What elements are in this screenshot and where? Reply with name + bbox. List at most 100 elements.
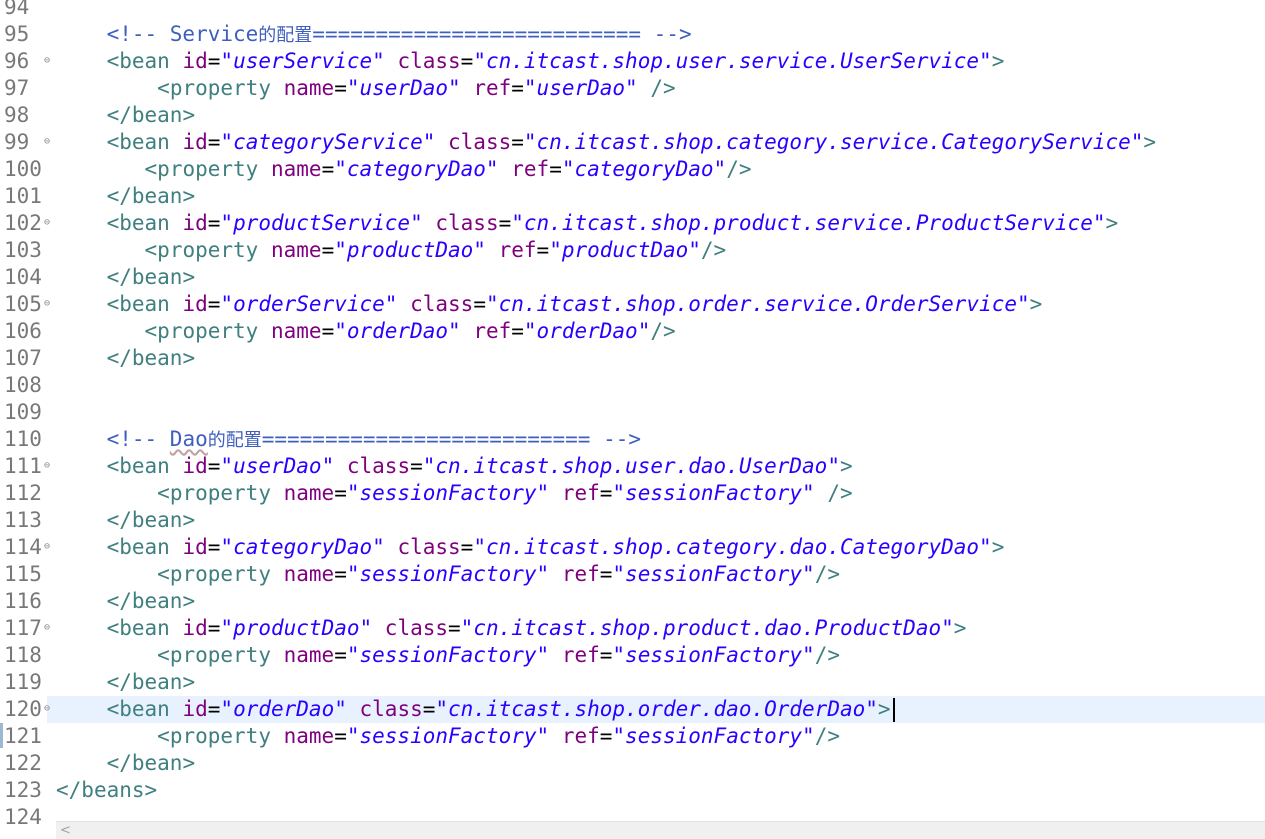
code-line[interactable]: 115 <property name="sessionFactory" ref=… <box>0 561 1265 588</box>
fold-toggle-icon[interactable]: ⊖ <box>44 291 50 316</box>
attribute-value: "cn.itcast.shop.user.dao.UserDao" <box>422 454 840 478</box>
code-line[interactable]: 122 </bean> <box>0 750 1265 777</box>
line-code[interactable]: </bean> <box>56 507 196 534</box>
fold-toggle-icon[interactable]: ⊖ <box>44 534 50 559</box>
line-code[interactable]: </bean> <box>56 102 196 129</box>
fold-toggle-icon[interactable]: ⊖ <box>44 48 50 73</box>
code-line[interactable]: 110 <!-- Dao的配置=========================… <box>0 426 1265 453</box>
line-code[interactable]: <bean id="categoryService" class="cn.itc… <box>56 129 1156 156</box>
attribute-name: class <box>448 130 512 154</box>
line-code[interactable]: <!-- Service的配置=========================… <box>56 21 692 49</box>
tag-delimiter: < <box>106 130 120 154</box>
code-line[interactable]: 119 </bean> <box>0 669 1265 696</box>
code-line[interactable]: 106 <property name="orderDao" ref="order… <box>0 318 1265 345</box>
line-code[interactable]: <property name="sessionFactory" ref="ses… <box>56 642 840 669</box>
scroll-left-icon[interactable]: < <box>60 822 71 839</box>
code-line[interactable]: 99 ⊖ <bean id="categoryService" class="cn… <box>0 129 1265 156</box>
code-line[interactable]: 112 <property name="sessionFactory" ref=… <box>0 480 1265 507</box>
horizontal-scrollbar[interactable]: < <box>56 821 1265 839</box>
line-code[interactable]: <!-- Dao的配置========================== --… <box>56 426 641 454</box>
line-code[interactable]: <bean id="orderDao" class="cn.itcast.sho… <box>56 696 895 723</box>
fold-toggle-icon[interactable]: ⊖ <box>44 129 50 154</box>
line-code[interactable]: <property name="sessionFactory" ref="ses… <box>56 561 840 588</box>
line-code[interactable]: </bean> <box>56 750 196 777</box>
code-line[interactable]: 108 <box>0 372 1265 399</box>
line-code[interactable]: <bean id="orderService" class="cn.itcast… <box>56 291 1043 318</box>
line-code[interactable]: <bean id="categoryDao" class="cn.itcast.… <box>56 534 1005 561</box>
attribute-name: id <box>182 292 208 316</box>
line-code[interactable]: </bean> <box>56 345 196 372</box>
tag-delimiter: < <box>144 319 158 343</box>
code-line[interactable]: 123 </beans> <box>0 777 1265 804</box>
attribute-value: "userDao" <box>346 76 461 100</box>
tag-delimiter: < <box>106 292 120 316</box>
code-line[interactable]: 120 ⊖ <bean id="orderDao" class="cn.itcas… <box>0 696 1265 723</box>
attribute-value: "sessionFactory" <box>346 643 550 667</box>
line-code[interactable]: <property name="productDao" ref="product… <box>56 237 727 264</box>
code-line[interactable]: 97 <property name="userDao" ref="userDao… <box>0 75 1265 102</box>
code-line[interactable]: 107 </bean> <box>0 345 1265 372</box>
code-line[interactable]: 104 </bean> <box>0 264 1265 291</box>
fold-toggle-icon[interactable]: ⊖ <box>44 615 50 640</box>
attribute-value: "userDao" <box>220 454 335 478</box>
line-code[interactable]: <bean id="userService" class="cn.itcast.… <box>56 48 1005 75</box>
equals-sign: = <box>321 157 335 181</box>
line-code[interactable]: <bean id="userDao" class="cn.itcast.shop… <box>56 453 853 480</box>
tag-delimiter: > <box>1143 130 1157 154</box>
line-code[interactable]: <property name="orderDao" ref="orderDao"… <box>56 318 676 345</box>
code-line[interactable]: 117 ⊖ <bean id="productDao" class="cn.itc… <box>0 615 1265 642</box>
code-line[interactable]: 121 <property name="sessionFactory" ref=… <box>0 723 1265 750</box>
code-line[interactable]: 101 </bean> <box>0 183 1265 210</box>
equals-sign: = <box>511 319 524 343</box>
code-lines[interactable]: 94 95 <!-- Service的配置====================… <box>0 0 1265 831</box>
code-line[interactable]: 113 </bean> <box>0 507 1265 534</box>
tag-delimiter: /> <box>814 724 840 748</box>
fold-toggle-icon[interactable]: ⊖ <box>44 453 50 478</box>
line-code[interactable]: </beans> <box>56 777 157 804</box>
line-code[interactable]: </bean> <box>56 183 196 210</box>
attribute-name: ref <box>561 562 600 586</box>
code-line[interactable]: 105 ⊖ <bean id="orderService" class="cn.i… <box>0 291 1265 318</box>
code-line[interactable]: 96 ⊖ <bean id="userService" class="cn.itc… <box>0 48 1265 75</box>
line-code[interactable]: <property name="categoryDao" ref="catego… <box>56 156 752 183</box>
text-caret <box>892 698 895 722</box>
code-line[interactable]: 109 <box>0 399 1265 426</box>
code-line[interactable]: 116 </bean> <box>0 588 1265 615</box>
attribute-value: "cn.itcast.shop.order.dao.OrderDao" <box>435 697 878 721</box>
line-code[interactable]: <property name="sessionFactory" ref="ses… <box>56 723 840 750</box>
line-code[interactable]: </bean> <box>56 264 196 291</box>
code-line[interactable]: 94 <box>0 0 1265 21</box>
code-line[interactable]: 102 ⊖ <bean id="productService" class="cn… <box>0 210 1265 237</box>
line-code[interactable]: <property name="userDao" ref="userDao" /… <box>56 75 676 102</box>
tag-delimiter: /> <box>700 238 727 262</box>
line-code[interactable]: </bean> <box>56 588 196 615</box>
attribute-name: ref <box>473 319 512 343</box>
code-line[interactable]: 103 <property name="productDao" ref="pro… <box>0 237 1265 264</box>
fold-toggle-icon[interactable]: ⊖ <box>44 696 50 721</box>
code-line[interactable]: 118 <property name="sessionFactory" ref=… <box>0 642 1265 669</box>
attribute-value: "cn.itcast.shop.product.dao.ProductDao" <box>460 616 954 640</box>
code-line[interactable]: 98 </bean> <box>0 102 1265 129</box>
code-line[interactable]: 111 ⊖ <bean id="userDao" class="cn.itcast… <box>0 453 1265 480</box>
line-code[interactable]: <property name="sessionFactory" ref="ses… <box>56 480 853 507</box>
line-number: 120 <box>0 696 47 723</box>
line-code[interactable]: <bean id="productDao" class="cn.itcast.s… <box>56 615 967 642</box>
line-code[interactable]: </bean> <box>56 669 196 696</box>
tag-delimiter: < <box>157 724 170 748</box>
attribute-name: name <box>270 319 322 343</box>
xml-editor[interactable]: 94 95 <!-- Service的配置====================… <box>0 0 1265 839</box>
tag-delimiter: < <box>157 643 170 667</box>
code-line[interactable]: 114 ⊖ <bean id="categoryDao" class="cn.it… <box>0 534 1265 561</box>
code-line[interactable]: 95 <!-- Service的配置======================… <box>0 21 1265 48</box>
line-code[interactable]: <bean id="productService" class="cn.itca… <box>56 210 1119 237</box>
attribute-value: "orderDao" <box>220 697 347 721</box>
code-line[interactable]: 100 <property name="categoryDao" ref="ca… <box>0 156 1265 183</box>
comment-text: Dao <box>169 427 208 451</box>
fold-toggle-icon[interactable]: ⊖ <box>44 210 50 235</box>
